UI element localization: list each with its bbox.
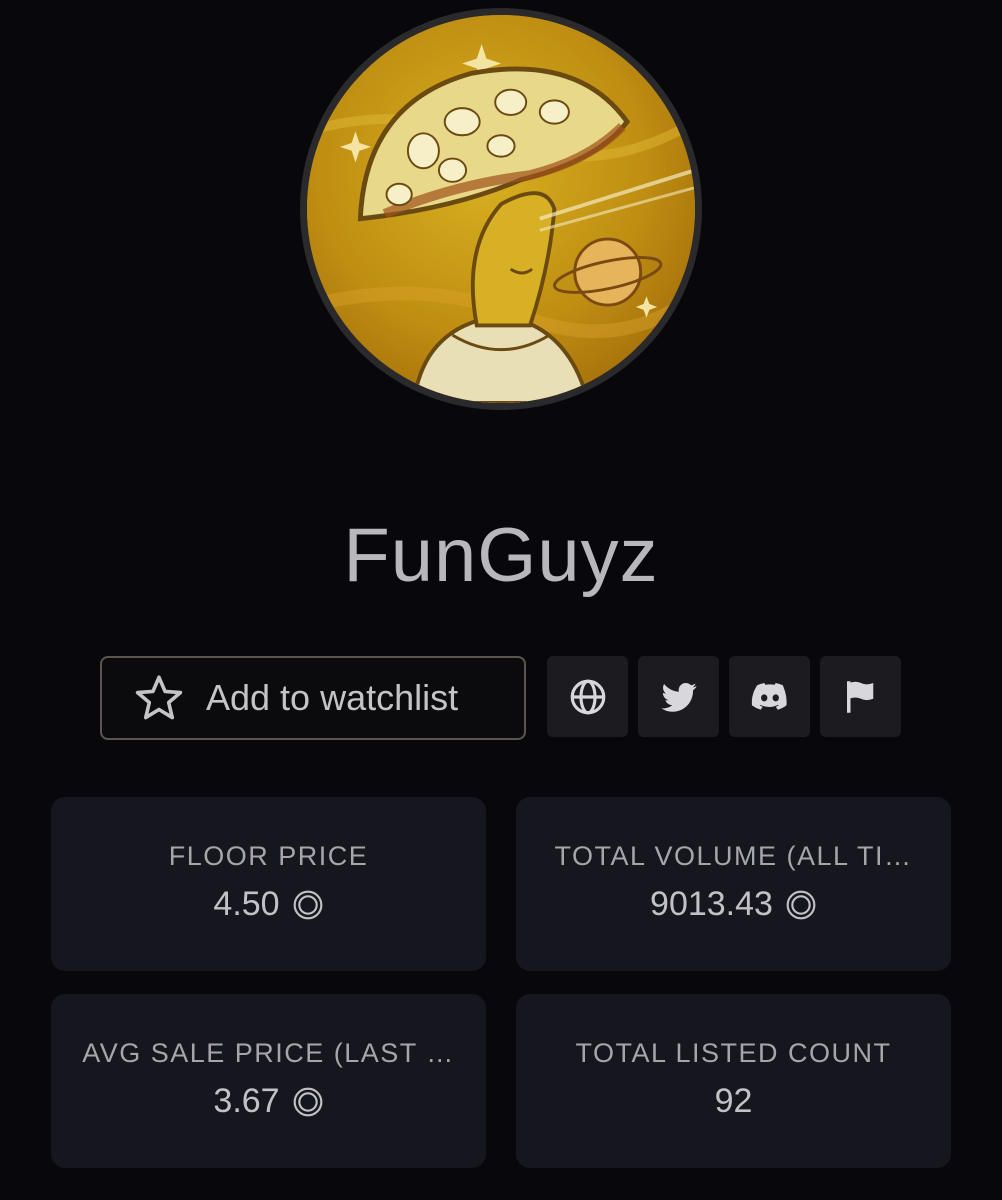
collection-title: FunGuyz <box>343 513 659 598</box>
collection-header: FunGuyz Add to watchlist FLOOR PRICE 4.5… <box>0 0 1002 1200</box>
stat-card-total-volume: TOTAL VOLUME (ALL TI… 9013.43 <box>516 797 951 971</box>
flag-icon <box>846 680 873 713</box>
sol-circle-icon <box>786 890 816 919</box>
stat-label: FLOOR PRICE <box>168 841 369 871</box>
twitter-icon <box>661 682 696 712</box>
stat-label: AVG SALE PRICE (LAST … <box>82 1038 455 1068</box>
stat-value: 4.50 <box>213 885 280 923</box>
stat-value: 3.67 <box>213 1082 280 1120</box>
watchlist-label: Add to watchlist <box>206 677 459 718</box>
stat-card-floor-price: FLOOR PRICE 4.50 <box>51 797 486 971</box>
stat-card-avg-sale-price: AVG SALE PRICE (LAST … 3.67 <box>51 994 486 1168</box>
stat-value: 9013.43 <box>650 885 773 923</box>
add-to-watchlist-button[interactable]: Add to watchlist <box>100 656 526 740</box>
report-flag-button[interactable] <box>820 656 901 737</box>
website-link-button[interactable] <box>547 656 628 737</box>
sol-circle-icon <box>293 1087 322 1116</box>
mushroom-astronaut-icon <box>307 15 695 403</box>
discord-link-button[interactable] <box>729 656 810 737</box>
twitter-link-button[interactable] <box>638 656 719 737</box>
star-outline-icon <box>135 675 183 720</box>
stat-value: 92 <box>714 1082 753 1120</box>
sol-circle-icon <box>293 890 322 919</box>
discord-icon <box>751 682 787 710</box>
stat-label: TOTAL VOLUME (ALL TI… <box>554 841 913 871</box>
globe-icon <box>570 679 605 714</box>
collection-avatar <box>300 8 702 410</box>
stat-label: TOTAL LISTED COUNT <box>575 1038 892 1068</box>
stat-card-total-listed: TOTAL LISTED COUNT 92 <box>516 994 951 1168</box>
